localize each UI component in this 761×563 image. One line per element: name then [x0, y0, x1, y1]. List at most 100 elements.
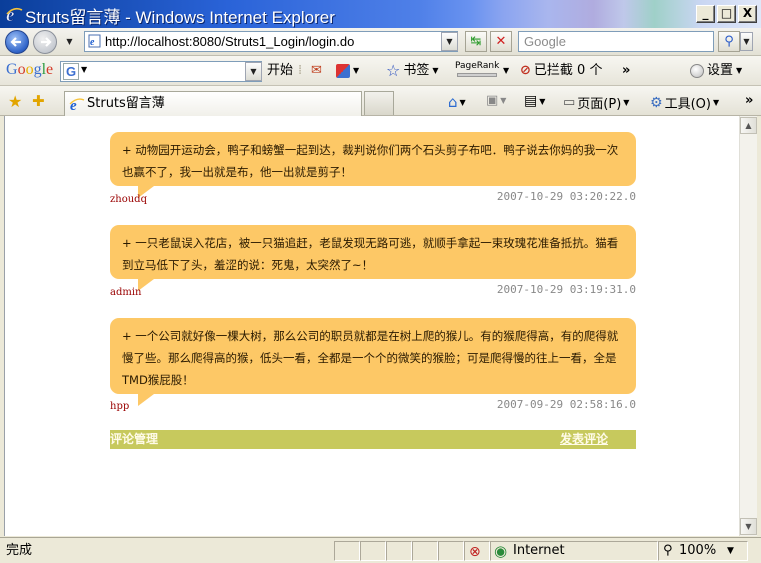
tab-bar: ★ ✚ e Struts留言薄 ⌂ ▼ ▣ ▼ ▤ ▼ ▭ 页面(P) ▼ ⚙ 工具(O) ▼…	[0, 86, 761, 116]
back-arrow-icon	[10, 37, 21, 47]
page-content: + 动物园开运动会，鸭子和螃蟹一起到达，裁判说你们两个石头剪子布吧．鸭子说去你妈…	[4, 116, 739, 536]
google-bookmarks-button[interactable]: ☆ 书签 ▼	[386, 62, 439, 80]
manage-comments-link[interactable]: 评论管理	[110, 430, 158, 449]
status-pane	[412, 541, 438, 561]
gear-icon: ⚙	[650, 94, 663, 111]
minimize-button[interactable]: _	[696, 5, 715, 23]
message-bubble: + 一个公司就好像一棵大树，那么公司的职员就都是在树上爬的猴儿。有的猴爬得高，有…	[110, 318, 636, 394]
scroll-down-button[interactable]: ▼	[740, 518, 757, 535]
window-title: Struts留言薄 - Windows Internet Explorer	[25, 8, 335, 27]
message-time: 2007-10-29 03:19:31.0	[496, 283, 636, 296]
print-button[interactable]: ▤ ▼	[524, 93, 545, 109]
message-author: zhoudq	[110, 194, 147, 205]
ie-logo-icon: e	[6, 5, 23, 23]
google-engine-dropdown-icon[interactable]: ▼	[81, 65, 87, 74]
google-g-icon: G	[63, 63, 79, 80]
star-icon: ☆	[386, 61, 401, 80]
status-bar: 完成 ⊗ ◉ Internet ⚲ 100% ▼	[0, 537, 761, 563]
zoom-dropdown-icon[interactable]: ▼	[727, 539, 734, 563]
address-toolbar: ▼ e http://localhost:8080/Struts1_Login/…	[0, 28, 761, 56]
magnifier-icon: ⚲	[724, 34, 734, 49]
history-dropdown[interactable]: ▼	[61, 33, 78, 52]
new-tab-button[interactable]	[364, 91, 394, 115]
address-url: http://localhost:8080/Struts1_Login/logi…	[105, 34, 355, 49]
comment-action-bar: 评论管理 发表评论	[110, 430, 636, 449]
search-options-dropdown[interactable]: ▼	[740, 32, 753, 51]
feeds-button[interactable]: ▣ ▼	[486, 93, 506, 108]
search-button[interactable]: ⚲	[718, 31, 740, 52]
google-popup-icon[interactable]: ▼	[336, 62, 359, 80]
message-text: + 一个公司就好像一棵大树，那么公司的职员就都是在树上爬的猴儿。有的猴爬得高，有…	[122, 329, 619, 387]
tools-menu[interactable]: ⚙ 工具(O) ▼	[650, 93, 719, 113]
svg-text:e: e	[90, 37, 95, 48]
message-time: 2007-09-29 02:58:16.0	[496, 398, 636, 411]
status-pane	[334, 541, 360, 561]
search-input[interactable]: Google	[518, 31, 714, 52]
stop-button[interactable]: ✕	[490, 31, 512, 52]
refresh-button[interactable]: ↹	[465, 31, 487, 52]
pagerank-indicator[interactable]: PageRank	[455, 62, 499, 77]
printer-icon: ▤	[524, 93, 538, 109]
tab-title: Struts留言薄	[87, 96, 165, 111]
maximize-button[interactable]: □	[717, 5, 736, 23]
favorites-star-icon[interactable]: ★	[8, 92, 22, 111]
page-icon: e	[88, 34, 101, 48]
message-time: 2007-10-29 03:20:22.0	[496, 190, 636, 203]
command-more-chevron[interactable]: »	[745, 93, 753, 108]
google-search-dropdown[interactable]: ▼	[245, 62, 262, 81]
status-pane	[386, 541, 412, 561]
bubble-tail	[138, 394, 154, 406]
message-bubble: + 动物园开运动会，鸭子和螃蟹一起到达，裁判说你们两个石头剪子布吧．鸭子说去你妈…	[110, 132, 636, 186]
message-item: + 动物园开运动会，鸭子和螃蟹一起到达，裁判说你们两个石头剪子布吧．鸭子说去你妈…	[110, 132, 636, 212]
home-button[interactable]: ⌂ ▼	[448, 93, 466, 111]
vertical-scrollbar[interactable]: ▲ ▼	[739, 116, 757, 536]
status-text: 完成	[6, 543, 33, 558]
stop-icon: ✕	[495, 34, 507, 49]
pagerank-dropdown[interactable]: ▼	[503, 62, 509, 80]
settings-circle-icon	[690, 64, 704, 78]
zoom-icon: ⚲	[663, 543, 673, 558]
add-favorite-icon[interactable]: ✚	[32, 92, 45, 110]
message-author: hpp	[110, 401, 130, 412]
window-border	[757, 116, 761, 536]
google-toolbar: Google G ▼ ▼ 开始 ⁞ ✉ ▼ ☆ 书签 ▼ PageRank ▼ ⊘ 已…	[0, 56, 761, 86]
zoom-level: 100%	[679, 543, 717, 558]
back-button[interactable]	[5, 30, 29, 54]
google-more-chevron[interactable]: »	[622, 62, 630, 80]
page-menu[interactable]: ▭ 页面(P) ▼	[563, 93, 629, 112]
rss-icon: ▣	[486, 93, 499, 108]
message-bubble: + 一只老鼠误入花店，被一只猫追赶，老鼠发现无路可逃，就顺手拿起一束玫瑰花准备抵…	[110, 225, 636, 279]
address-input[interactable]: e http://localhost:8080/Struts1_Login/lo…	[84, 31, 458, 52]
google-search-input[interactable]: G ▼	[60, 61, 262, 82]
close-button[interactable]: X	[738, 5, 757, 23]
refresh-icon: ↹	[470, 34, 482, 49]
status-pane[interactable]: ⊗	[464, 541, 490, 561]
blocked-content-icon: ⊗	[469, 544, 481, 560]
google-settings-button[interactable]: 设置 ▼	[690, 62, 742, 80]
security-zone-pane[interactable]: ◉ Internet	[490, 541, 658, 561]
message-text: + 动物园开运动会，鸭子和螃蟹一起到达，裁判说你们两个石头剪子布吧．鸭子说去你妈…	[122, 143, 619, 179]
forward-button[interactable]	[33, 30, 57, 54]
popup-blocker-icon: ⊘	[520, 63, 531, 78]
google-news-icon[interactable]: ✉	[311, 62, 322, 80]
zone-label: Internet	[513, 543, 565, 558]
ie-page-icon: e	[69, 98, 85, 112]
post-comment-link[interactable]: 发表评论	[560, 430, 608, 449]
message-item: + 一只老鼠误入花店，被一只猫追赶，老鼠发现无路可逃，就顺手拿起一束玫瑰花准备抵…	[110, 225, 636, 305]
message-author: admin	[110, 287, 142, 298]
home-icon: ⌂	[448, 93, 458, 111]
forward-arrow-icon	[41, 37, 52, 47]
zoom-control[interactable]: ⚲ 100% ▼	[658, 541, 748, 561]
window-title-bar[interactable]: e Struts留言薄 - Windows Internet Explorer …	[0, 0, 761, 28]
message-text: + 一只老鼠误入花店，被一只猫追赶，老鼠发现无路可逃，就顺手拿起一束玫瑰花准备抵…	[122, 236, 619, 272]
google-logo[interactable]: Google	[6, 61, 53, 79]
status-pane	[438, 541, 464, 561]
status-pane	[360, 541, 386, 561]
address-dropdown[interactable]: ▼	[441, 32, 458, 51]
google-start-button[interactable]: 开始	[267, 62, 293, 80]
tab-struts[interactable]: e Struts留言薄	[64, 91, 362, 116]
globe-icon: ◉	[494, 542, 508, 560]
scroll-up-button[interactable]: ▲	[740, 117, 757, 134]
toolbar-separator: ⁞	[298, 63, 303, 78]
popup-blocker-button[interactable]: ⊘ 已拦截 0 个	[520, 62, 602, 80]
